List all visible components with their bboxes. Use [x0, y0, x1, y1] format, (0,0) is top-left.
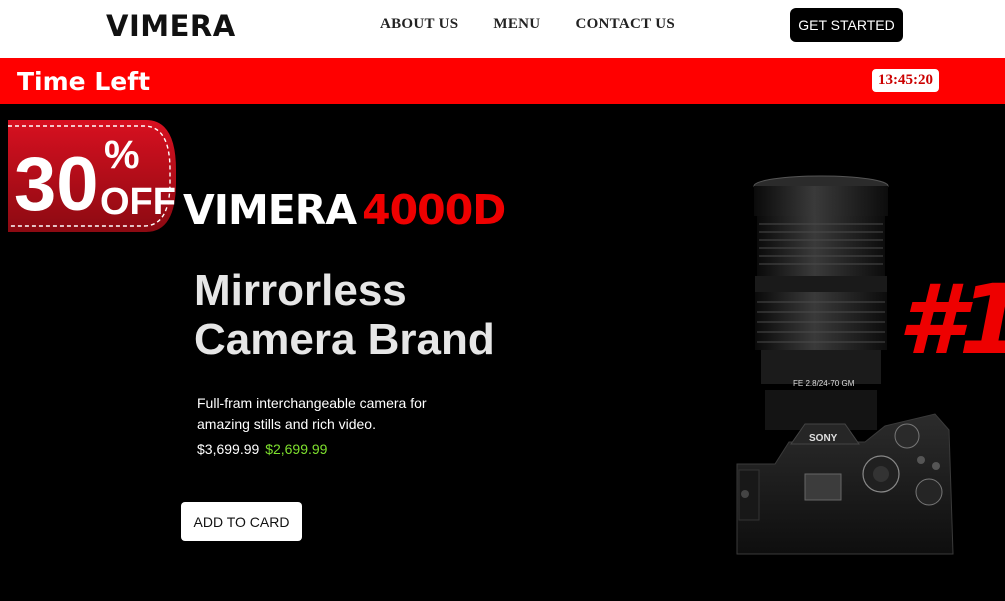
lens-marking: FE 2.8/24-70 GM [793, 379, 855, 388]
nav-link-about-us[interactable]: ABOUT US [380, 16, 458, 33]
badge-percent: % [104, 133, 140, 177]
camera-image: FE 2.8/24-70 GM SONY [736, 175, 954, 555]
product-model: 4000D [362, 186, 506, 234]
site-logo[interactable]: VIMERA [106, 9, 236, 43]
countdown-bar: Time Left 13:45:20 [0, 58, 1005, 104]
get-started-button[interactable]: GET STARTED [790, 8, 903, 42]
camera-brand-marking: SONY [809, 433, 838, 444]
product-description: Full-fram interchangeable camera for ama… [197, 395, 427, 432]
discount-badge: 30 % OFF [8, 120, 176, 232]
product-brand: VIMERA [183, 186, 357, 234]
countdown-timer: 13:45:20 [872, 69, 939, 92]
badge-number: 30 [14, 142, 99, 227]
product-name: VIMERA 4000D [183, 186, 506, 234]
sale-price: $2,699.99 [265, 441, 328, 457]
top-navbar: VIMERA ABOUT US MENU CONTACT US GET STAR… [0, 0, 1005, 58]
nav-links: ABOUT US MENU CONTACT US [380, 16, 675, 33]
hero-headline: Mirrorless Camera Brand [194, 266, 495, 364]
time-left-label: Time Left [17, 67, 151, 96]
headline-line-1: Mirrorless [194, 266, 407, 315]
nav-link-contact-us[interactable]: CONTACT US [575, 16, 675, 33]
hero-section: 30 % OFF VIMERA 4000D Mirrorless Camera B… [0, 104, 1005, 601]
headline-line-2: Camera Brand [194, 315, 495, 364]
add-to-cart-button[interactable]: ADD TO CARD [181, 502, 302, 541]
price-row: $3,699.99 $2,699.99 [197, 441, 327, 457]
nav-link-menu[interactable]: MENU [493, 16, 540, 33]
old-price: $3,699.99 [197, 441, 260, 457]
badge-off: OFF [100, 181, 176, 223]
